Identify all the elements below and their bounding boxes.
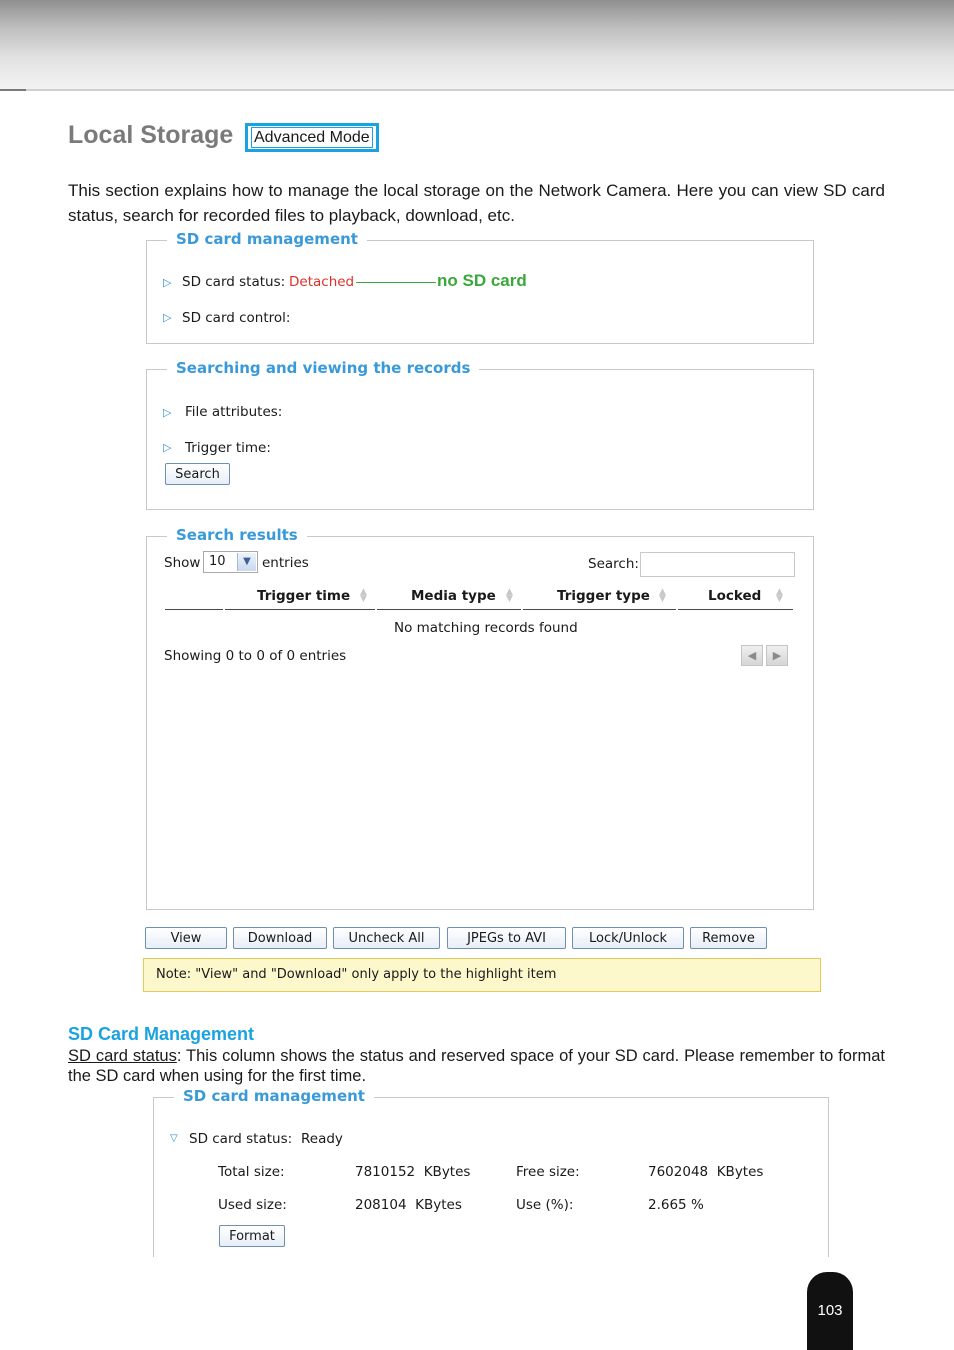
sd-card-description: SD card status: This column shows the st… (68, 1046, 885, 1086)
column-header-label: Media type (411, 588, 496, 604)
intro-paragraph: This section explains how to manage the … (68, 181, 885, 225)
annotation-line (356, 282, 436, 283)
annotation-text: no SD card (437, 271, 527, 290)
sd-card-description-text: : This column shows the status and reser… (68, 1047, 885, 1085)
column-header-label: Trigger time (257, 588, 351, 604)
panel-legend: SD card management (174, 1087, 374, 1105)
column-header-trigger-time[interactable]: Trigger time ▲ ▼ (225, 588, 375, 610)
column-header-trigger-type[interactable]: Trigger type ▲ ▼ (523, 588, 676, 610)
next-page-icon[interactable]: ▶ (766, 645, 788, 666)
panel-legend: SD card management (167, 230, 367, 248)
format-button[interactable]: Format (219, 1225, 285, 1247)
column-header-label: Trigger type (557, 588, 650, 604)
used-size-label: Used size: (218, 1197, 287, 1213)
entries-select-value: 10 (209, 554, 226, 569)
free-size-label: Free size: (516, 1164, 580, 1180)
previous-page-icon[interactable]: ◀ (741, 645, 763, 666)
panel-legend: Searching and viewing the records (167, 359, 480, 377)
entries-select[interactable]: 10 ▼ (203, 551, 258, 573)
uncheck-all-button[interactable]: Uncheck All (333, 927, 440, 949)
sd-card-management-heading: SD Card Management (68, 1024, 255, 1044)
column-header-label: Locked (708, 588, 762, 604)
search-records-panel: Searching and viewing the records ▷ File… (146, 359, 814, 510)
chevron-down-icon[interactable]: ▼ (237, 553, 256, 571)
header-divider-tick (0, 89, 26, 91)
collapsed-arrow-icon[interactable]: ▷ (163, 311, 171, 324)
advanced-mode-badge: Advanced Mode (245, 123, 379, 152)
trigger-time-label: Trigger time: (185, 440, 271, 456)
page-header-band (0, 0, 954, 90)
view-button[interactable]: View (145, 927, 227, 949)
sort-icon: ▲ ▼ (360, 587, 367, 604)
download-button[interactable]: Download (233, 927, 327, 949)
advanced-mode-label: Advanced Mode (251, 127, 373, 148)
total-size-label: Total size: (218, 1164, 285, 1180)
search-input[interactable] (640, 552, 795, 577)
sd-status-value: Ready (301, 1131, 343, 1147)
table-info: Showing 0 to 0 of 0 entries (164, 648, 347, 664)
show-label: Show (164, 555, 201, 571)
sd-card-status-term: SD card status (68, 1047, 177, 1065)
sd-status-label: SD card status: (182, 274, 286, 290)
use-percent-value: 2.665 % (648, 1197, 704, 1213)
file-attributes-label: File attributes: (185, 404, 283, 420)
sort-icon: ▲ ▼ (506, 587, 513, 604)
sd-card-status-panel: SD card management ▽ SD card status: Rea… (153, 1087, 829, 1257)
expanded-arrow-icon[interactable]: ▽ (170, 1133, 178, 1144)
column-header-checkbox (165, 588, 223, 610)
jpegs-to-avi-button[interactable]: JPEGs to AVI (447, 927, 566, 949)
collapsed-arrow-icon[interactable]: ▷ (163, 276, 171, 289)
lock-unlock-button[interactable]: Lock/Unlock (572, 927, 684, 949)
remove-button[interactable]: Remove (690, 927, 767, 949)
search-button[interactable]: Search (165, 463, 230, 485)
collapsed-arrow-icon[interactable]: ▷ (163, 441, 171, 454)
page-number: 103 (807, 1272, 853, 1350)
sort-icon: ▲ ▼ (659, 587, 666, 604)
section-title: Local Storage (68, 121, 234, 149)
total-size-value: 7810152 KBytes (355, 1164, 471, 1180)
sd-card-management-panel: SD card management ▷ SD card status: Det… (146, 230, 814, 344)
sd-status-value: Detached (289, 274, 355, 290)
sd-status-label: SD card status: (189, 1131, 293, 1147)
entries-label: entries (262, 555, 309, 571)
sort-icon: ▲ ▼ (776, 587, 783, 604)
note-banner: Note: "View" and "Download" only apply t… (143, 958, 821, 992)
search-label: Search: (588, 556, 639, 572)
collapsed-arrow-icon[interactable]: ▷ (163, 406, 171, 419)
use-percent-label: Use (%): (516, 1197, 574, 1213)
header-divider (0, 89, 954, 91)
used-size-value: 208104 KBytes (355, 1197, 462, 1213)
free-size-value: 7602048 KBytes (648, 1164, 764, 1180)
column-header-locked[interactable]: Locked ▲ ▼ (678, 588, 793, 610)
empty-table-message: No matching records found (394, 620, 578, 636)
column-header-media-type[interactable]: Media type ▲ ▼ (377, 588, 521, 610)
sd-control-label: SD card control: (182, 310, 291, 326)
panel-legend: Search results (167, 526, 307, 544)
